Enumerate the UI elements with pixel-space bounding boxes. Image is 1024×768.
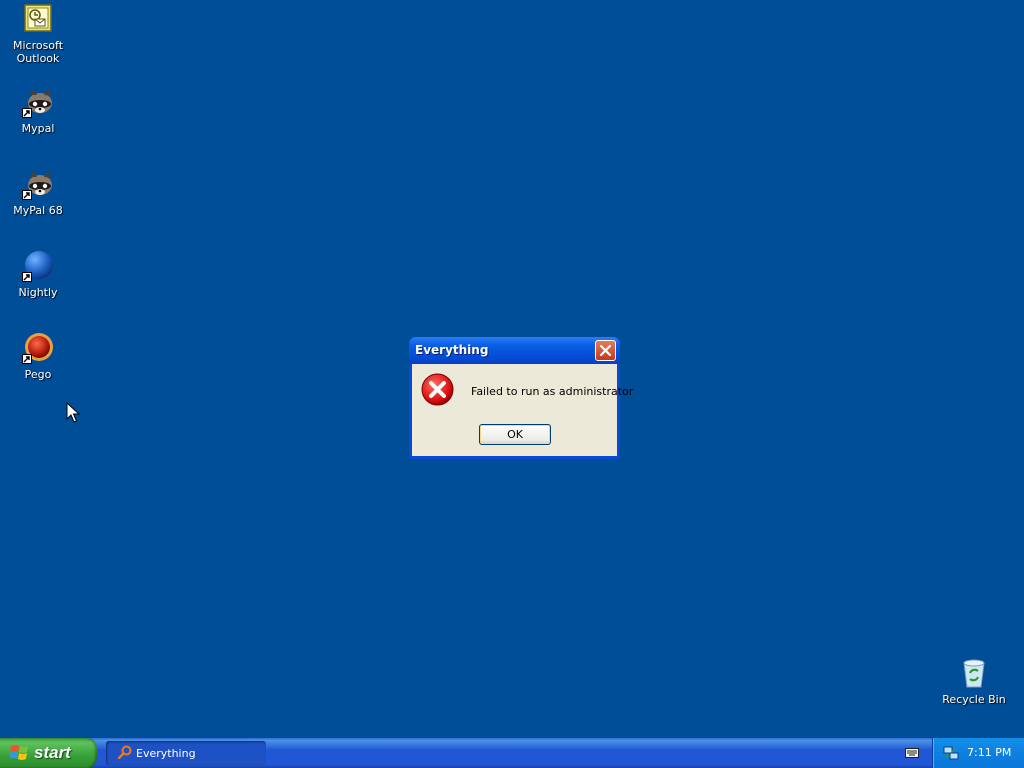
outlook-icon: [22, 3, 54, 35]
dialog-title: Everything: [415, 343, 489, 357]
network-icon[interactable]: [943, 745, 959, 764]
search-icon: [117, 745, 132, 762]
desktop-icon-mypal-68[interactable]: MyPal 68: [2, 168, 74, 217]
globe-icon: [22, 250, 54, 282]
shortcut-arrow-icon: [22, 354, 32, 364]
desktop-icon-label: Recycle Bin: [942, 693, 1006, 706]
mouse-cursor-icon: [66, 401, 81, 427]
taskbar: start Everything 7:11 PM: [0, 738, 1024, 768]
red-orb-icon: [22, 332, 54, 364]
start-label: start: [34, 743, 71, 762]
ok-button[interactable]: OK: [479, 424, 551, 445]
clock[interactable]: 7:11 PM: [967, 746, 1011, 759]
shortcut-arrow-icon: [22, 108, 32, 118]
close-button[interactable]: [595, 340, 616, 361]
desktop-icon-outlook[interactable]: Microsoft Outlook: [2, 3, 74, 65]
taskbar-item-label: Everything: [136, 747, 196, 760]
desktop-icon-mypal[interactable]: Mypal: [2, 86, 74, 135]
desktop-icon-recycle-bin[interactable]: Recycle Bin: [938, 657, 1010, 706]
dialog-message: Failed to run as administrator: [471, 385, 634, 398]
windows-flag-icon: [9, 744, 30, 765]
raccoon-icon: [22, 86, 54, 118]
close-icon: [599, 344, 612, 357]
desktop-icon-label: MyPal 68: [13, 204, 63, 217]
shortcut-arrow-icon: [22, 190, 32, 200]
recycle-bin-icon: [958, 657, 990, 689]
desktop-icon-label: Mypal: [21, 122, 55, 135]
desktop-icon-label: Microsoft Outlook: [12, 39, 64, 65]
error-icon: [421, 373, 454, 406]
dialog-titlebar[interactable]: Everything: [409, 337, 620, 364]
taskbar-item-everything[interactable]: Everything: [106, 741, 266, 765]
desktop-icon-nightly[interactable]: Nightly: [2, 250, 74, 299]
system-tray: 7:11 PM: [932, 738, 1024, 768]
raccoon-icon: [22, 168, 54, 200]
desktop-icon-label: Pego: [24, 368, 52, 381]
keyboard-icon[interactable]: [905, 748, 919, 761]
dialog-body: Failed to run as administrator OK: [412, 364, 633, 456]
error-dialog: Everything Failed to run as administrato…: [409, 337, 633, 459]
desktop-icon-pego[interactable]: Pego: [2, 332, 74, 381]
shortcut-arrow-icon: [22, 272, 32, 282]
desktop-icon-label: Nightly: [18, 286, 58, 299]
start-button[interactable]: start: [0, 738, 97, 768]
